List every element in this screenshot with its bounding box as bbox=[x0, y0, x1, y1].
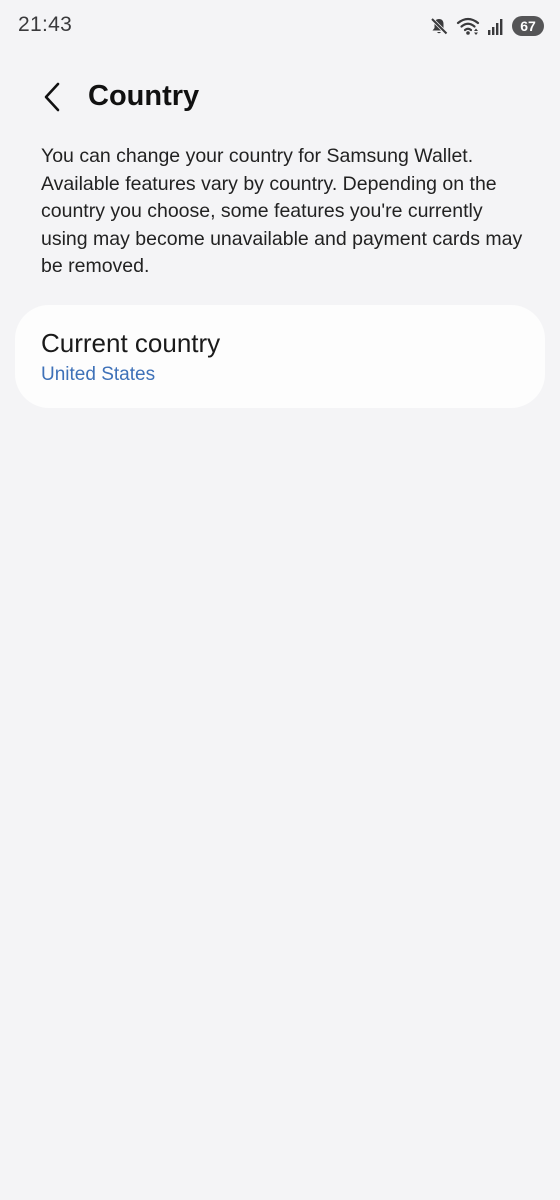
wifi-icon bbox=[456, 16, 480, 36]
signal-icon bbox=[487, 16, 505, 36]
header: Country bbox=[0, 70, 560, 130]
description-text: You can change your country for Samsung … bbox=[41, 145, 523, 277]
status-bar: 21:43 67 bbox=[0, 0, 560, 54]
battery-icon: 67 bbox=[512, 16, 544, 36]
current-country-value: United States bbox=[41, 364, 156, 385]
chevron-left-icon bbox=[42, 82, 62, 117]
current-country-card[interactable]: Current country United States bbox=[15, 305, 545, 408]
back-button[interactable] bbox=[30, 76, 74, 122]
status-icons: 67 bbox=[429, 15, 544, 37]
current-country-label: Current country bbox=[41, 328, 221, 358]
page-title: Country bbox=[88, 80, 200, 112]
mute-icon bbox=[429, 16, 449, 36]
status-time: 21:43 bbox=[18, 13, 73, 36]
